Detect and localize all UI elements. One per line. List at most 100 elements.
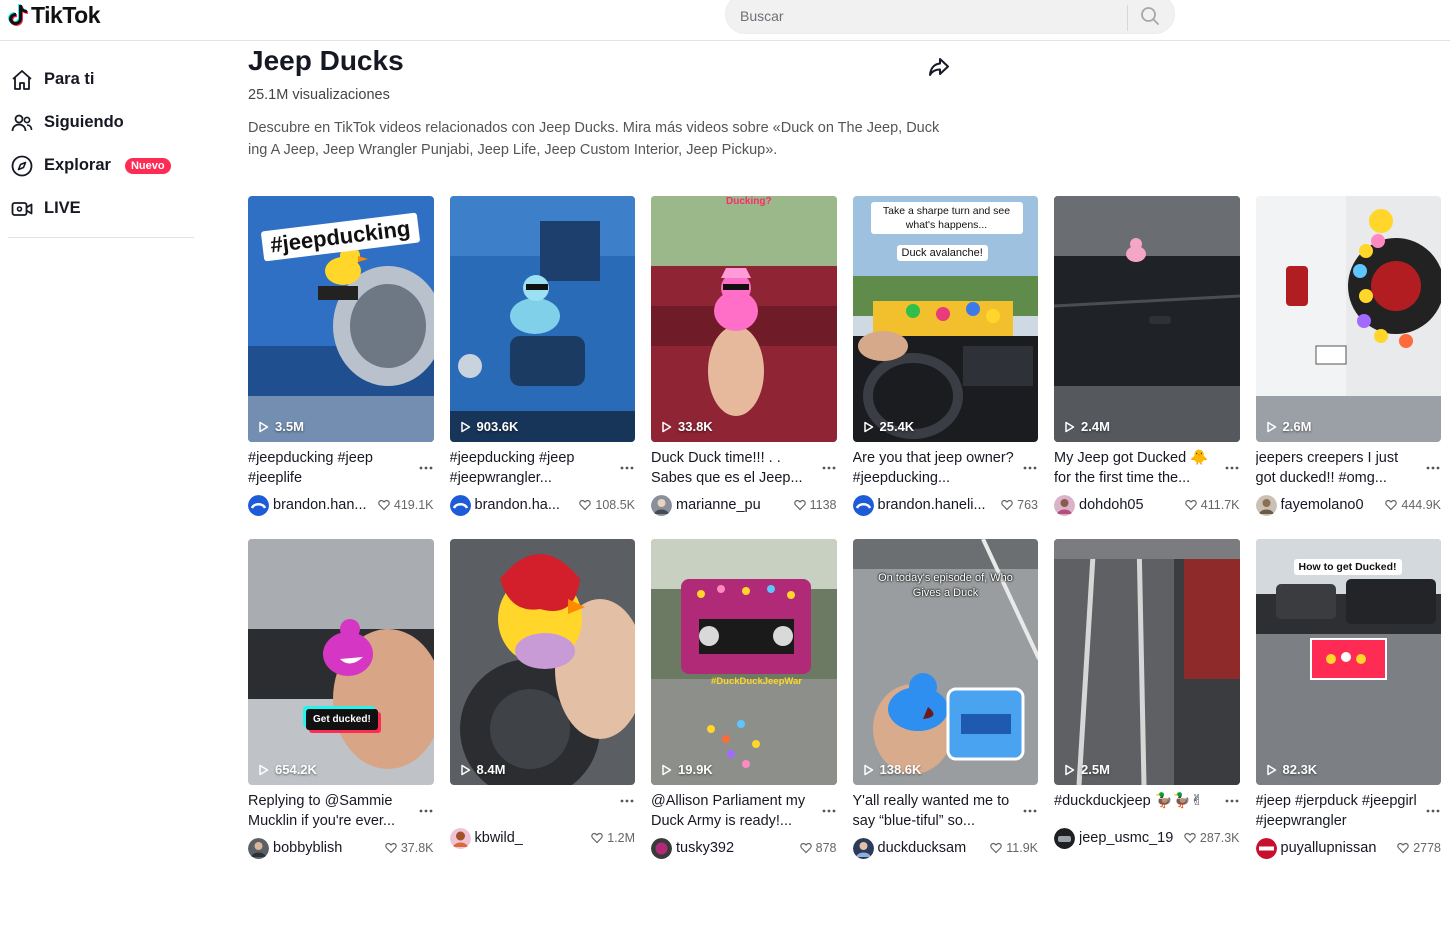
- video-card[interactable]: Take a sharpe turn and see what's happen…: [852, 196, 1038, 539]
- video-card[interactable]: Ducking? 33.8K Duck Duck time!!! . . Sab…: [651, 196, 837, 539]
- play-icon: [1065, 764, 1075, 775]
- video-thumbnail[interactable]: 8.4M: [449, 539, 635, 785]
- avatar[interactable]: [1054, 827, 1075, 849]
- like-count: 1.2M: [607, 831, 635, 845]
- logo-text: TikTok: [31, 1, 101, 28]
- video-caption[interactable]: jeepers creepers I just got ducked!! #om…: [1256, 448, 1421, 488]
- video-author[interactable]: fayemolano0: [1281, 497, 1364, 513]
- video-thumbnail[interactable]: On today's episode of, Who Gives a Duck …: [852, 539, 1038, 785]
- video-caption[interactable]: Are you that jeep owner? #jeepducking...: [853, 448, 1018, 488]
- video-author[interactable]: brandon.ha...: [475, 497, 560, 513]
- video-author[interactable]: kbwild_: [475, 830, 523, 846]
- video-author[interactable]: brandon.han...: [273, 497, 367, 513]
- avatar[interactable]: [449, 827, 471, 849]
- video-thumbnail[interactable]: How to get Ducked! 82.3K: [1255, 539, 1441, 785]
- avatar[interactable]: [852, 837, 874, 859]
- like-count: 444.9K: [1401, 498, 1441, 512]
- more-options-button[interactable]: [1224, 793, 1240, 809]
- video-likes: 763: [1001, 498, 1038, 512]
- search-button[interactable]: [1130, 1, 1170, 31]
- video-thumbnail[interactable]: #DuckDuckJeepWar 19.9K: [651, 539, 837, 785]
- play-icon: [460, 421, 470, 432]
- video-thumbnail[interactable]: Get ducked! 654.2K: [248, 539, 434, 785]
- video-view-count: 3.5M: [275, 419, 304, 434]
- video-view-count: 2.6M: [1282, 419, 1312, 434]
- video-caption[interactable]: @Allison Parliament my Duck Army is read…: [651, 791, 816, 831]
- share-button[interactable]: [926, 54, 952, 80]
- video-author[interactable]: jeep_usmc_19: [1079, 830, 1173, 846]
- avatar[interactable]: [651, 837, 672, 859]
- more-options-button[interactable]: [418, 460, 434, 476]
- video-author[interactable]: dohdoh05: [1079, 497, 1144, 513]
- more-options-button[interactable]: [619, 460, 635, 476]
- video-caption[interactable]: #jeepducking #jeep #jeepwrangler...: [450, 448, 615, 488]
- avatar[interactable]: [651, 494, 672, 516]
- tiktok-logo[interactable]: TikTok: [8, 0, 101, 30]
- video-thumbnail[interactable]: 903.6K: [449, 196, 635, 442]
- avatar[interactable]: [248, 494, 269, 516]
- more-options-button[interactable]: [1022, 460, 1038, 476]
- avatar[interactable]: [449, 494, 471, 516]
- video-thumbnail[interactable]: 2.6M: [1255, 196, 1441, 442]
- video-card[interactable]: #DuckDuckJeepWar 19.9K @Allison Parliame…: [651, 539, 837, 882]
- avatar[interactable]: [1255, 494, 1277, 516]
- video-author[interactable]: duckducksam: [878, 840, 967, 856]
- video-caption[interactable]: Y'all really wanted me to say “blue-tifu…: [853, 791, 1018, 831]
- video-card[interactable]: 2.6M jeepers creepers I just got ducked!…: [1255, 196, 1441, 539]
- video-views: 2.5M: [1064, 762, 1110, 777]
- more-options-button[interactable]: [1224, 460, 1240, 476]
- like-count: 1138: [809, 498, 837, 512]
- video-views: 903.6K: [460, 419, 519, 434]
- avatar[interactable]: [248, 837, 269, 859]
- video-view-count: 2.5M: [1081, 762, 1110, 777]
- video-thumbnail[interactable]: 2.5M: [1054, 539, 1240, 785]
- video-caption[interactable]: #jeepducking #jeep #jeeplife: [248, 448, 413, 488]
- more-options-button[interactable]: [1425, 803, 1441, 819]
- video-thumbnail[interactable]: Ducking? 33.8K: [651, 196, 837, 442]
- video-likes: 287.3K: [1184, 831, 1240, 845]
- avatar[interactable]: [852, 494, 874, 516]
- video-caption[interactable]: Duck Duck time!!! . . Sabes que es el Je…: [651, 448, 816, 488]
- more-options-button[interactable]: [821, 803, 837, 819]
- avatar[interactable]: [1054, 494, 1075, 516]
- video-card[interactable]: 8.4M kbwild_ 1.2M: [449, 539, 635, 882]
- video-card[interactable]: On today's episode of, Who Gives a Duck …: [852, 539, 1038, 882]
- search-input[interactable]: [740, 3, 1120, 29]
- more-options-button[interactable]: [1022, 803, 1038, 819]
- more-options-button[interactable]: [418, 803, 434, 819]
- sidebar-item-siguiendo[interactable]: Siguiendo: [8, 101, 194, 144]
- video-author[interactable]: marianne_pu: [676, 497, 761, 513]
- video-caption[interactable]: #duckduckjeep 🦆🦆✌: [1054, 791, 1219, 811]
- more-icon: [419, 809, 432, 813]
- video-card[interactable]: 903.6K #jeepducking #jeep #jeepwrangler.…: [449, 196, 635, 539]
- like-count: 763: [1017, 498, 1038, 512]
- video-card[interactable]: #jeepducking 3.5M #jeepducking #jeep #je…: [248, 196, 434, 539]
- sidebar-item-live[interactable]: LIVE: [8, 187, 194, 230]
- video-likes: 108.5K: [579, 498, 635, 512]
- video-thumbnail[interactable]: #jeepducking 3.5M: [248, 196, 434, 442]
- video-thumbnail[interactable]: Take a sharpe turn and see what's happen…: [852, 196, 1038, 442]
- sidebar-item-explorar[interactable]: Explorar Nuevo: [8, 144, 194, 187]
- video-grid: #jeepducking 3.5M #jeepducking #jeep #je…: [248, 196, 1450, 882]
- video-likes: 2778: [1397, 841, 1441, 855]
- video-author[interactable]: bobbyblish: [273, 840, 342, 856]
- video-caption[interactable]: Replying to @Sammie Mucklin if you're ev…: [248, 791, 413, 831]
- video-card[interactable]: 2.4M My Jeep got Ducked 🐥 for the first …: [1054, 196, 1240, 539]
- video-caption[interactable]: #jeep #jerpduck #jeepgirl #jeepwrangler: [1256, 791, 1421, 831]
- sidebar-item-label: Para ti: [44, 70, 95, 88]
- video-author[interactable]: brandon.haneli...: [878, 497, 986, 513]
- video-caption[interactable]: My Jeep got Ducked 🐥 for the first time …: [1054, 448, 1219, 488]
- sidebar-item-para-ti[interactable]: Para ti: [8, 58, 194, 101]
- avatar[interactable]: [1255, 837, 1277, 859]
- video-author[interactable]: tusky392: [676, 840, 734, 856]
- video-thumbnail[interactable]: 2.4M: [1054, 196, 1240, 442]
- video-author[interactable]: puyallupnissan: [1281, 840, 1377, 856]
- video-likes: 1138: [793, 498, 837, 512]
- more-options-button[interactable]: [1425, 460, 1441, 476]
- video-card[interactable]: 2.5M #duckduckjeep 🦆🦆✌ jeep_usmc_19 287.…: [1054, 539, 1240, 882]
- video-card[interactable]: How to get Ducked! 82.3K #jeep #jerpduck…: [1255, 539, 1441, 882]
- video-card[interactable]: Get ducked! 654.2K Replying to @Sammie M…: [248, 539, 434, 882]
- more-options-button[interactable]: [619, 793, 635, 809]
- video-view-count: 903.6K: [476, 419, 519, 434]
- more-options-button[interactable]: [821, 460, 837, 476]
